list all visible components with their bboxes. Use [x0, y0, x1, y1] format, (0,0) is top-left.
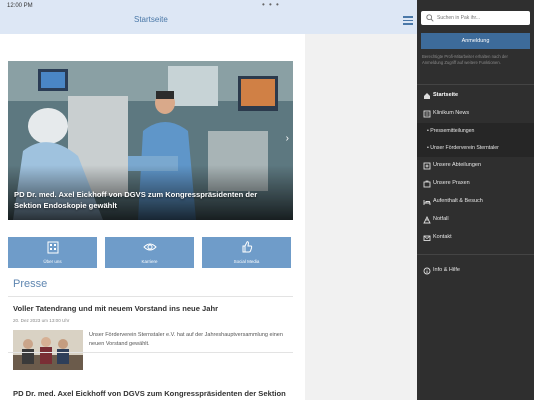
article-divider: [8, 352, 293, 353]
nav-item-klinikum-news[interactable]: Klinikum News: [417, 105, 534, 123]
nav-label: Aufenthalt & Besuch: [433, 198, 483, 204]
news-slider[interactable]: PD Dr. med. Axel Eickhoff von DGVS zum K…: [8, 61, 293, 220]
emergency-icon: [423, 216, 431, 224]
quick-link-label: Über uns: [43, 259, 62, 264]
nav-label: Startseite: [433, 92, 459, 98]
nav-label: Kontakt: [433, 234, 452, 240]
nav-label: Unsere Abteilungen: [433, 162, 482, 168]
thumbs-up-icon: [242, 241, 253, 253]
hamburger-menu-icon[interactable]: [403, 16, 413, 25]
nav-label: Klinikum News: [433, 110, 470, 116]
practice-icon: [423, 180, 431, 188]
quick-link-career[interactable]: Karriere: [105, 237, 194, 268]
info-icon: [423, 267, 431, 275]
content-gutter: [305, 34, 417, 400]
menu-divider: [417, 84, 534, 85]
slider-caption[interactable]: PD Dr. med. Axel Eickhoff von DGVS zum K…: [14, 189, 284, 211]
nav-label: Info & Hilfe: [433, 267, 460, 273]
nav-item-abteilungen[interactable]: Unsere Abteilungen: [417, 157, 534, 175]
search-input[interactable]: [437, 13, 527, 23]
nav-sublabel: • Unser Förderverein Sterntaler: [427, 145, 499, 151]
contact-icon: [423, 235, 431, 241]
menu-divider: [417, 254, 534, 255]
section-divider: [8, 296, 293, 297]
press-section-title: Presse: [13, 278, 48, 290]
article-title[interactable]: PD Dr. med. Axel Eickhoff von DGVS zum K…: [13, 389, 298, 399]
login-button[interactable]: Anmeldung: [421, 33, 530, 49]
nav-item-praxen[interactable]: Unsere Praxen: [417, 175, 534, 193]
login-hint: Berechtigte Profi-Mitarbeiter erhalten n…: [422, 54, 508, 65]
quick-link-label: Social Media: [233, 259, 260, 264]
news-icon: [423, 110, 431, 118]
slider-next-icon[interactable]: ›: [286, 133, 289, 144]
multitask-dots[interactable]: • • •: [262, 0, 280, 9]
search-box[interactable]: [421, 11, 530, 25]
departments-icon: [423, 162, 431, 170]
page-title: Startseite: [134, 15, 168, 24]
article-thumbnail[interactable]: [13, 330, 83, 370]
app-header: Startseite: [0, 12, 417, 34]
nav-label: Unsere Praxen: [433, 180, 470, 186]
nav-subitem-pressemitteilungen[interactable]: • Pressemitteilungen: [417, 123, 534, 140]
eye-icon: [143, 243, 157, 251]
building-icon: [47, 241, 59, 254]
quick-link-label: Karriere: [141, 259, 158, 264]
quick-link-about[interactable]: Über uns: [8, 237, 97, 268]
status-time: 12:00 PM: [7, 3, 33, 9]
nav-item-aufenthalt[interactable]: Aufenthalt & Besuch: [417, 193, 534, 211]
quick-link-social[interactable]: Social Media: [202, 237, 291, 268]
nav-subitem-foerderverein[interactable]: • Unser Förderverein Sterntaler: [417, 140, 534, 157]
search-icon: [426, 14, 434, 22]
home-icon: [424, 93, 430, 99]
nav-sublabel: • Pressemitteilungen: [427, 128, 475, 134]
article-title[interactable]: Voller Tatendrang und mit neuem Vorstand…: [13, 304, 298, 314]
nav-item-kontakt[interactable]: Kontakt: [417, 229, 534, 247]
article-photo: [13, 330, 83, 370]
nav-label: Notfall: [433, 216, 449, 222]
article-excerpt: Unser Förderverein Sternstaler e.V. hat …: [89, 332, 283, 347]
nav-item-info[interactable]: Info & Hilfe: [417, 262, 534, 280]
article-date: 20. Dez 2023 um 13:00 Uhr: [13, 318, 70, 323]
bed-icon: [423, 200, 431, 205]
main-content: PD Dr. med. Axel Eickhoff von DGVS zum K…: [0, 34, 305, 400]
nav-item-startseite[interactable]: Startseite: [417, 87, 534, 105]
nav-item-notfall[interactable]: Notfall: [417, 211, 534, 229]
